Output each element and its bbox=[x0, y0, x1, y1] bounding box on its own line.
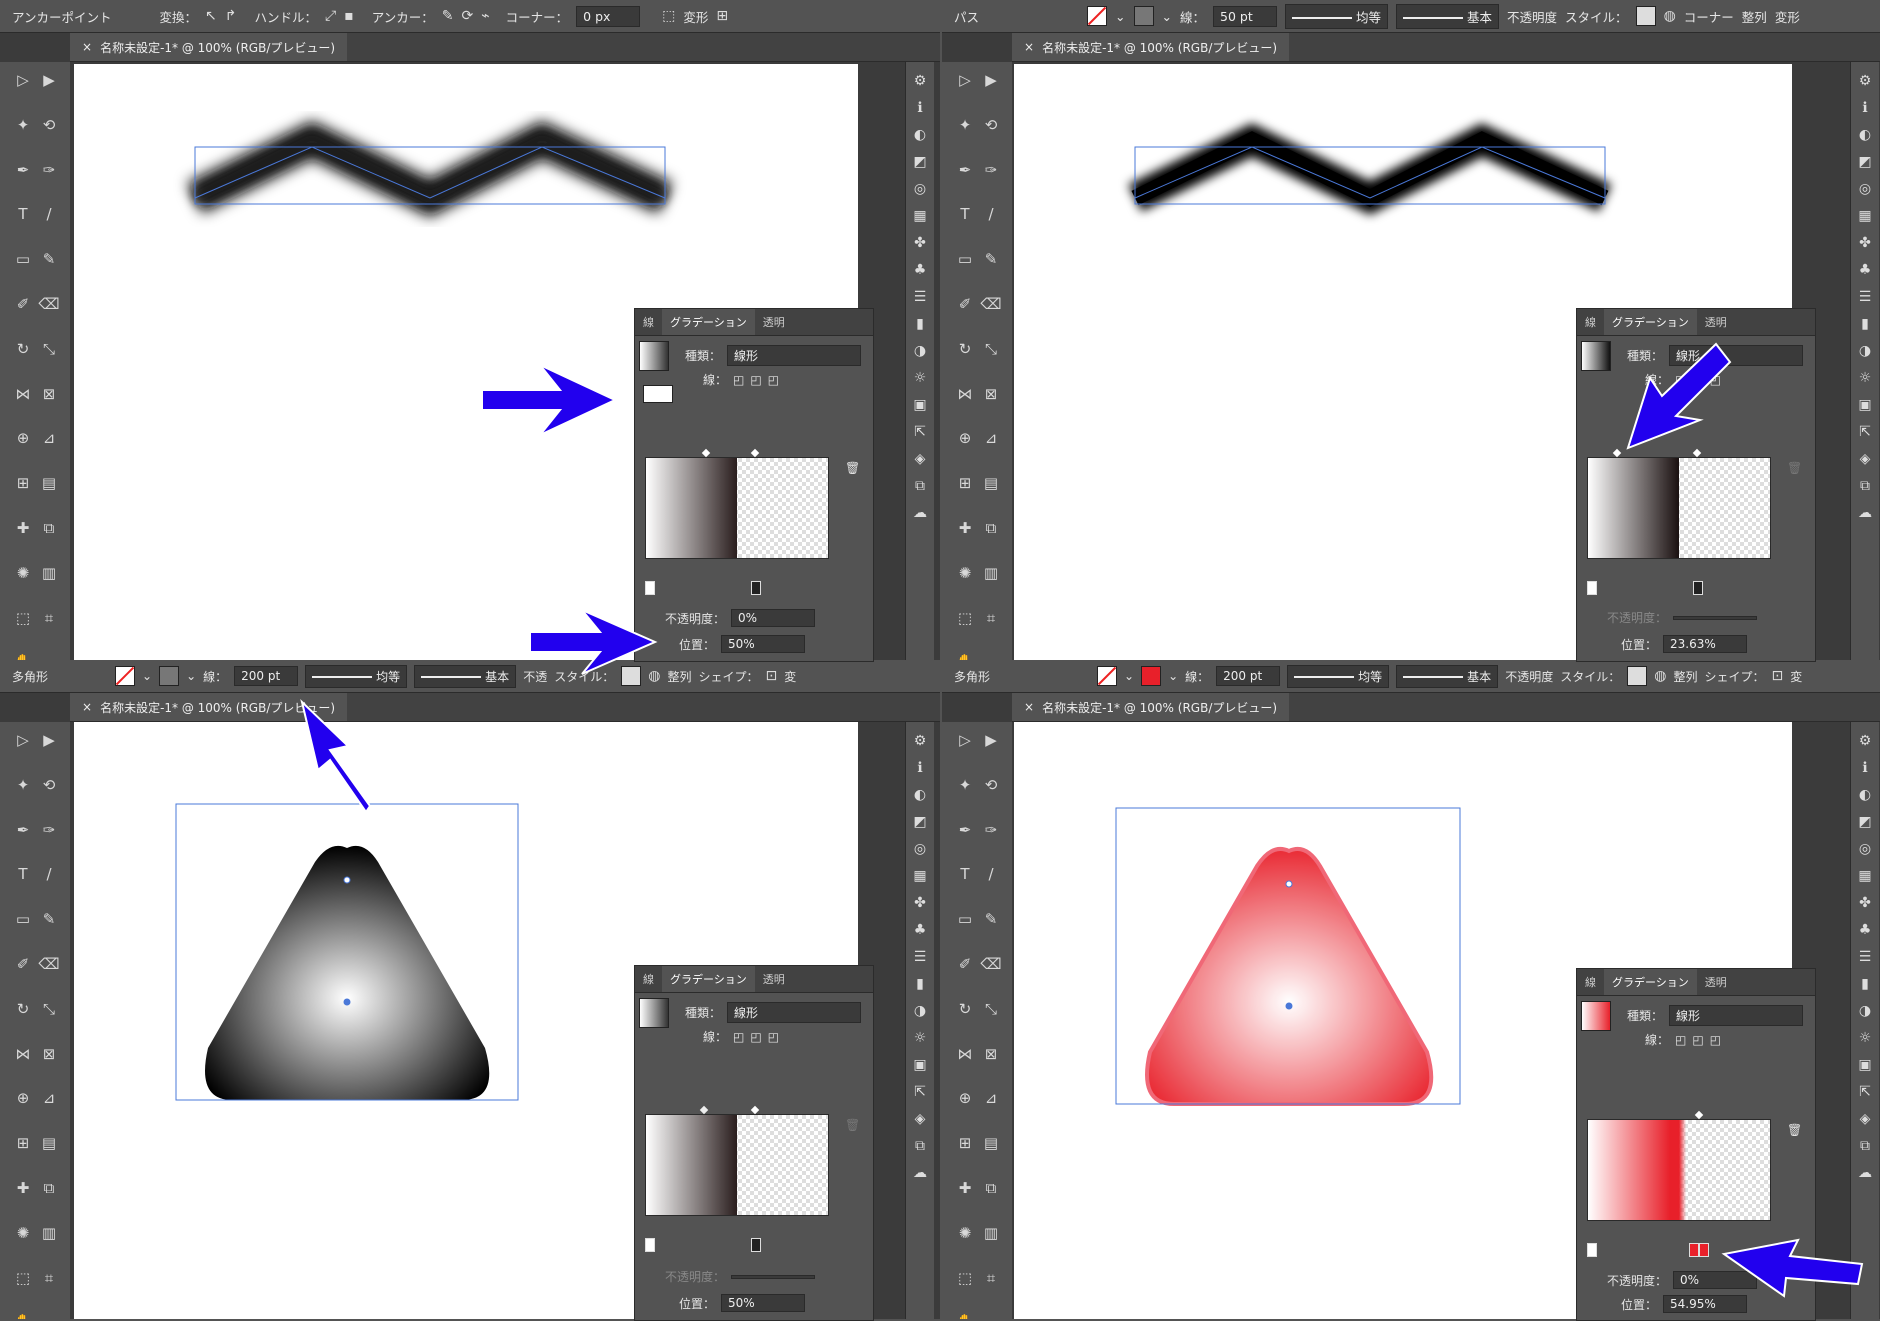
annotation-arrow bbox=[529, 609, 658, 675]
annotation-arrow bbox=[1626, 342, 1732, 450]
triangle-bw[interactable] bbox=[205, 845, 490, 1100]
annotation-arrow bbox=[481, 364, 618, 436]
annotation-arrow bbox=[300, 698, 372, 814]
artwork-overlay bbox=[175, 121, 1864, 1298]
annotation-arrow bbox=[1721, 1238, 1864, 1298]
